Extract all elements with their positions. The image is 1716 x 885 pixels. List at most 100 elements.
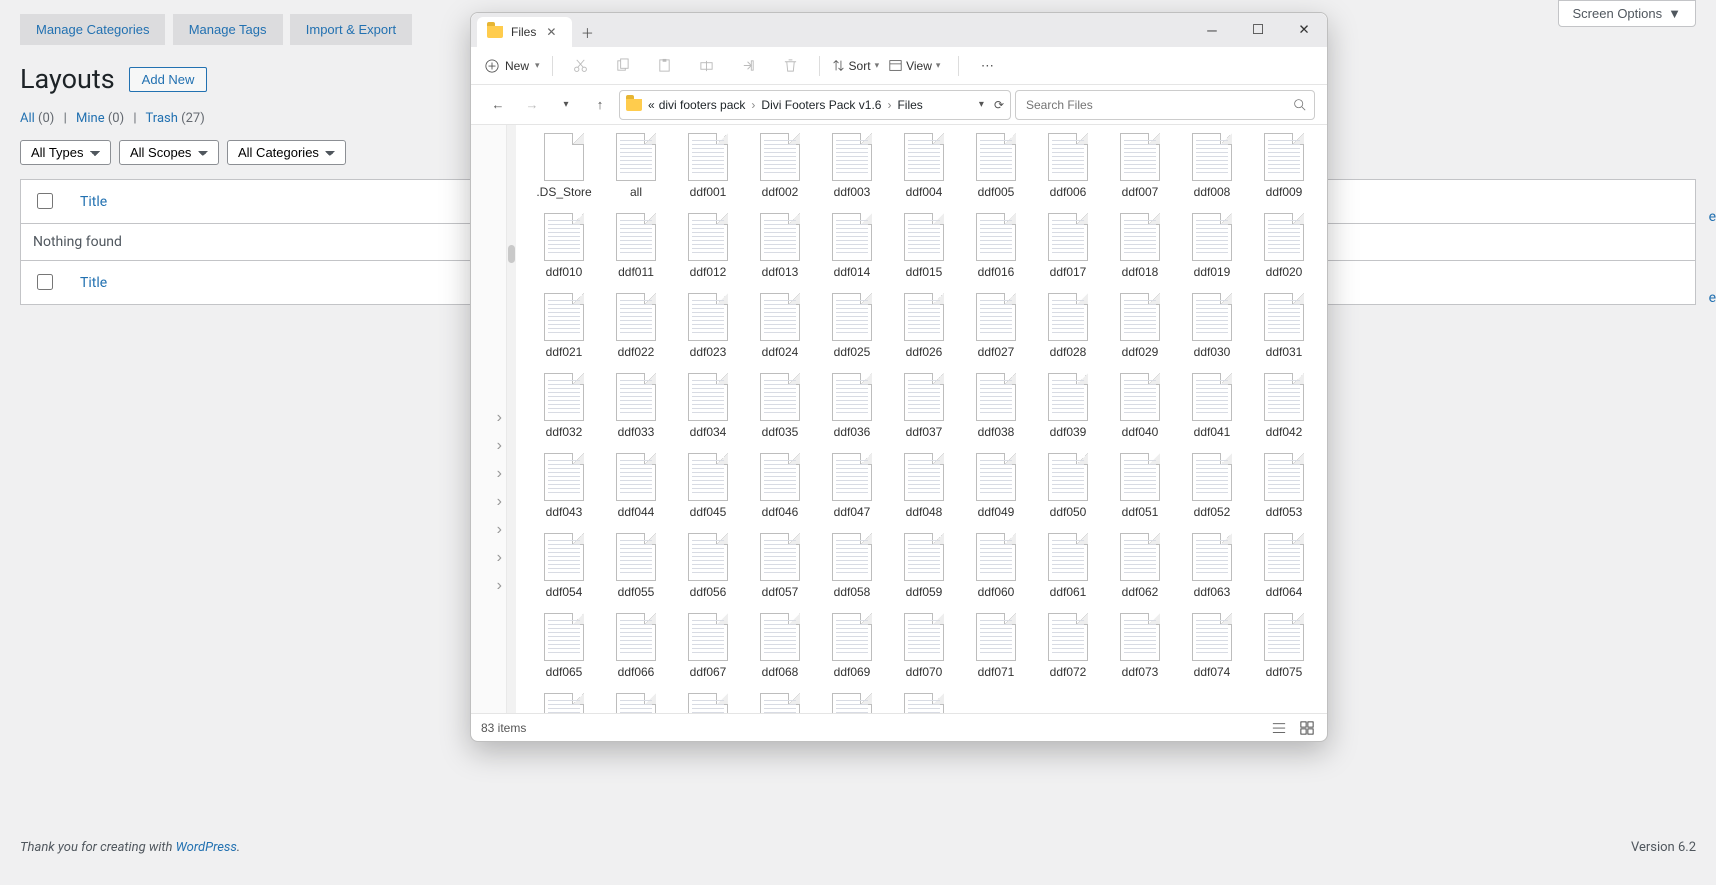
truncated-link-top[interactable]: e bbox=[1709, 209, 1716, 225]
file-item[interactable]: ddf080 bbox=[816, 693, 888, 713]
file-item[interactable]: ddf056 bbox=[672, 533, 744, 599]
view-button[interactable]: View ▾ bbox=[889, 59, 940, 73]
file-item[interactable]: ddf030 bbox=[1176, 293, 1248, 359]
filter-types-select[interactable]: All Types bbox=[20, 140, 111, 165]
file-item[interactable]: ddf068 bbox=[744, 613, 816, 679]
explorer-tab[interactable]: Files ✕ bbox=[477, 17, 572, 47]
truncated-link-bottom[interactable]: e bbox=[1709, 290, 1716, 306]
file-item[interactable]: ddf012 bbox=[672, 213, 744, 279]
file-item[interactable]: ddf079 bbox=[744, 693, 816, 713]
file-item[interactable]: ddf007 bbox=[1104, 133, 1176, 199]
file-item[interactable]: ddf022 bbox=[600, 293, 672, 359]
file-item[interactable]: ddf077 bbox=[600, 693, 672, 713]
import-export-tab[interactable]: Import & Export bbox=[290, 14, 412, 45]
select-all-checkbox-bottom[interactable] bbox=[37, 274, 53, 290]
file-item[interactable]: ddf070 bbox=[888, 613, 960, 679]
file-item[interactable]: ddf053 bbox=[1248, 453, 1320, 519]
file-item[interactable]: ddf075 bbox=[1248, 613, 1320, 679]
file-item[interactable]: ddf072 bbox=[1032, 613, 1104, 679]
sidebar-expand-icon[interactable] bbox=[471, 405, 506, 431]
file-item[interactable]: ddf074 bbox=[1176, 613, 1248, 679]
file-item[interactable]: ddf017 bbox=[1032, 213, 1104, 279]
file-item[interactable]: ddf016 bbox=[960, 213, 1032, 279]
file-item[interactable]: ddf048 bbox=[888, 453, 960, 519]
file-item[interactable]: ddf065 bbox=[528, 613, 600, 679]
breadcrumb-p1[interactable]: divi footers pack bbox=[659, 98, 746, 112]
file-item[interactable]: ddf035 bbox=[744, 373, 816, 439]
sidebar-scrollbar[interactable] bbox=[507, 125, 516, 713]
column-header-title[interactable]: Title bbox=[80, 194, 107, 210]
file-item[interactable]: ddf031 bbox=[1248, 293, 1320, 359]
file-item[interactable]: ddf034 bbox=[672, 373, 744, 439]
file-item[interactable]: ddf008 bbox=[1176, 133, 1248, 199]
details-view-button[interactable] bbox=[1269, 718, 1289, 738]
file-item[interactable]: ddf036 bbox=[816, 373, 888, 439]
close-window-button[interactable]: ✕ bbox=[1281, 13, 1327, 47]
delete-button[interactable] bbox=[775, 52, 807, 80]
file-item[interactable]: ddf028 bbox=[1032, 293, 1104, 359]
forward-button[interactable]: → bbox=[517, 91, 547, 119]
file-item[interactable]: ddf076 bbox=[528, 693, 600, 713]
file-item[interactable]: all bbox=[600, 133, 672, 199]
file-item[interactable]: ddf006 bbox=[1032, 133, 1104, 199]
file-item[interactable]: ddf054 bbox=[528, 533, 600, 599]
file-item[interactable]: ddf024 bbox=[744, 293, 816, 359]
file-item[interactable]: ddf081 bbox=[888, 693, 960, 713]
minimize-button[interactable]: ─ bbox=[1189, 13, 1235, 47]
file-item[interactable]: ddf047 bbox=[816, 453, 888, 519]
file-grid-area[interactable]: .DS_Storeallddf001ddf002ddf003ddf004ddf0… bbox=[516, 125, 1327, 713]
file-item[interactable]: ddf018 bbox=[1104, 213, 1176, 279]
sidebar-expand-icon[interactable] bbox=[471, 545, 506, 571]
filter-scopes-select[interactable]: All Scopes bbox=[119, 140, 219, 165]
file-item[interactable]: ddf013 bbox=[744, 213, 816, 279]
view-mine-link[interactable]: Mine bbox=[76, 111, 105, 126]
scrollbar-thumb[interactable] bbox=[508, 245, 515, 263]
paste-button[interactable] bbox=[649, 52, 681, 80]
file-item[interactable]: ddf078 bbox=[672, 693, 744, 713]
file-item[interactable]: ddf049 bbox=[960, 453, 1032, 519]
column-footer-title[interactable]: Title bbox=[80, 275, 107, 291]
file-item[interactable]: ddf073 bbox=[1104, 613, 1176, 679]
breadcrumb-p3[interactable]: Files bbox=[897, 98, 922, 112]
new-item-button[interactable]: New ▾ bbox=[485, 59, 540, 73]
file-item[interactable]: ddf026 bbox=[888, 293, 960, 359]
manage-tags-tab[interactable]: Manage Tags bbox=[173, 14, 283, 45]
breadcrumb-prefix[interactable]: « bbox=[648, 98, 655, 112]
sidebar-expand-icon[interactable] bbox=[471, 517, 506, 543]
filter-categories-select[interactable]: All Categories bbox=[227, 140, 346, 165]
screen-options-button[interactable]: Screen Options ▼ bbox=[1558, 0, 1696, 27]
file-item[interactable]: ddf040 bbox=[1104, 373, 1176, 439]
titlebar[interactable]: Files ✕ ＋ ─ ☐ ✕ bbox=[471, 13, 1327, 47]
file-item[interactable]: ddf045 bbox=[672, 453, 744, 519]
back-button[interactable]: ← bbox=[483, 91, 513, 119]
file-item[interactable]: .DS_Store bbox=[528, 133, 600, 199]
file-item[interactable]: ddf051 bbox=[1104, 453, 1176, 519]
select-all-checkbox-top[interactable] bbox=[37, 193, 53, 209]
file-item[interactable]: ddf025 bbox=[816, 293, 888, 359]
more-button[interactable]: ⋯ bbox=[971, 52, 1003, 80]
maximize-button[interactable]: ☐ bbox=[1235, 13, 1281, 47]
copy-button[interactable] bbox=[607, 52, 639, 80]
file-item[interactable]: ddf038 bbox=[960, 373, 1032, 439]
file-item[interactable]: ddf037 bbox=[888, 373, 960, 439]
refresh-button[interactable]: ⟳ bbox=[994, 98, 1004, 112]
file-item[interactable]: ddf005 bbox=[960, 133, 1032, 199]
icons-view-button[interactable] bbox=[1297, 718, 1317, 738]
file-item[interactable]: ddf050 bbox=[1032, 453, 1104, 519]
file-item[interactable]: ddf023 bbox=[672, 293, 744, 359]
file-item[interactable]: ddf043 bbox=[528, 453, 600, 519]
close-tab-button[interactable]: ✕ bbox=[544, 25, 558, 39]
file-item[interactable]: ddf027 bbox=[960, 293, 1032, 359]
file-item[interactable]: ddf062 bbox=[1104, 533, 1176, 599]
share-button[interactable] bbox=[733, 52, 765, 80]
file-item[interactable]: ddf063 bbox=[1176, 533, 1248, 599]
breadcrumb-p2[interactable]: Divi Footers Pack v1.6 bbox=[761, 98, 881, 112]
file-item[interactable]: ddf060 bbox=[960, 533, 1032, 599]
file-item[interactable]: ddf029 bbox=[1104, 293, 1176, 359]
file-item[interactable]: ddf014 bbox=[816, 213, 888, 279]
file-item[interactable]: ddf046 bbox=[744, 453, 816, 519]
file-item[interactable]: ddf001 bbox=[672, 133, 744, 199]
file-item[interactable]: ddf044 bbox=[600, 453, 672, 519]
wordpress-link[interactable]: WordPress bbox=[176, 840, 237, 855]
file-item[interactable]: ddf052 bbox=[1176, 453, 1248, 519]
